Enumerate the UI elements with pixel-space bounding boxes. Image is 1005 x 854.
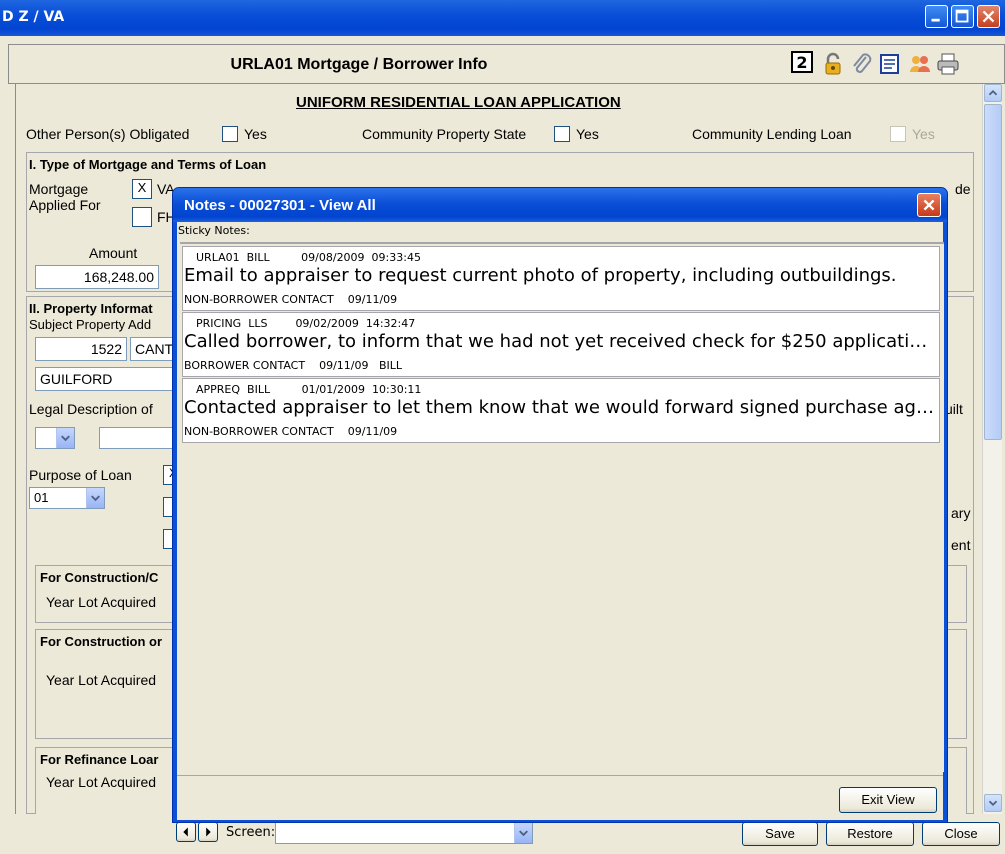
yes-label: Yes bbox=[576, 126, 599, 142]
note-item[interactable]: PRICING LLS 09/02/2009 14:32:47 Called b… bbox=[182, 312, 940, 377]
note-item[interactable]: URLA01 BILL 09/08/2009 09:33:45 Email to… bbox=[182, 246, 940, 311]
close-icon bbox=[923, 199, 935, 211]
legal-description-label: Legal Description of bbox=[29, 401, 153, 417]
window-title: D Z / VA bbox=[2, 9, 65, 25]
printer-icon[interactable] bbox=[935, 51, 961, 77]
chevron-up-icon bbox=[988, 89, 998, 96]
yes-label: Yes bbox=[244, 126, 267, 142]
scroll-down-button[interactable] bbox=[984, 794, 1002, 812]
window-titlebar: D Z / VA bbox=[0, 0, 1005, 36]
screen-title: URLA01 Mortgage / Borrower Info bbox=[230, 56, 488, 73]
mortgage-label: Mortgage bbox=[29, 181, 89, 197]
chevron-down-icon bbox=[519, 830, 528, 837]
legal-description-select[interactable] bbox=[35, 427, 75, 449]
window-close-button[interactable] bbox=[977, 5, 1000, 28]
notes-list[interactable]: URLA01 BILL 09/08/2009 09:33:45 Email to… bbox=[180, 242, 944, 772]
note-footer: BORROWER CONTACT 09/11/09 BILL bbox=[184, 359, 403, 372]
chevron-down-icon bbox=[91, 495, 100, 502]
purpose-code-select[interactable]: 01 bbox=[29, 487, 105, 509]
notes-close-button[interactable] bbox=[917, 193, 941, 217]
loan-amount-field[interactable]: 168,248.00 bbox=[35, 265, 159, 289]
form-scrollbar[interactable] bbox=[982, 84, 1002, 814]
page-count-badge[interactable]: 2 bbox=[791, 51, 813, 73]
yes-label-disabled: Yes bbox=[912, 126, 935, 142]
chevron-down-icon bbox=[61, 435, 70, 442]
section-title: I. Type of Mortgage and Terms of Loan bbox=[29, 157, 267, 172]
scroll-thumb[interactable] bbox=[984, 104, 1002, 440]
note-text: Email to appraiser to request current ph… bbox=[184, 265, 897, 286]
street-number-field[interactable]: 1522 bbox=[35, 337, 127, 361]
notes-dialog-body: Sticky Notes: URLA01 BILL 09/08/2009 09:… bbox=[177, 222, 944, 820]
screen-select[interactable] bbox=[275, 822, 533, 844]
form-heading: UNIFORM RESIDENTIAL LOAN APPLICATION bbox=[296, 94, 621, 111]
fha-checkbox[interactable] bbox=[132, 207, 152, 227]
sticky-notes-label: Sticky Notes: bbox=[178, 224, 250, 237]
group-title: For Refinance Loar bbox=[40, 752, 159, 767]
screen-label: Screen: bbox=[226, 825, 276, 840]
purpose-of-loan-label: Purpose of Loan bbox=[29, 467, 132, 483]
screen-header: URLA01 Mortgage / Borrower Info 2 bbox=[8, 44, 1005, 84]
community-property-label: Community Property State bbox=[362, 126, 527, 142]
community-lending-label: Community Lending Loan bbox=[692, 126, 852, 142]
notes-dialog: Notes - 00027301 - View All Sticky Notes… bbox=[172, 187, 948, 823]
maximize-button[interactable] bbox=[951, 5, 974, 28]
exit-view-button[interactable]: Exit View bbox=[839, 787, 937, 813]
va-checkbox[interactable]: X bbox=[132, 179, 152, 199]
note-item[interactable]: APPREQ BILL 01/01/2009 10:30:11 Contacte… bbox=[182, 378, 940, 443]
minimize-icon bbox=[931, 18, 940, 22]
group-title: For Construction/C bbox=[40, 570, 159, 585]
prev-screen-button[interactable] bbox=[176, 822, 196, 842]
community-property-checkbox[interactable] bbox=[554, 126, 570, 142]
note-footer: NON-BORROWER CONTACT 09/11/09 bbox=[184, 293, 398, 306]
minimize-button[interactable] bbox=[925, 5, 948, 28]
group-title: For Construction or bbox=[40, 634, 163, 649]
chevron-down-icon bbox=[988, 800, 998, 807]
notes-icon[interactable] bbox=[877, 51, 903, 77]
triangle-left-icon bbox=[183, 827, 188, 837]
restore-button[interactable]: Restore bbox=[826, 822, 914, 846]
other-obligated-checkbox[interactable] bbox=[222, 126, 238, 142]
dialog-footer-divider bbox=[177, 775, 943, 777]
year-lot-acquired-label: Year Lot Acquired bbox=[46, 672, 157, 688]
maximize-icon bbox=[955, 9, 969, 23]
year-lot-acquired-label: Year Lot Acquired bbox=[46, 594, 157, 610]
note-footer: NON-BORROWER CONTACT 09/11/09 bbox=[184, 425, 398, 438]
cut-label: de bbox=[955, 181, 971, 197]
community-lending-checkbox bbox=[890, 126, 906, 142]
other-obligated-label: Other Person(s) Obligated bbox=[26, 126, 190, 142]
purpose-code-value: 01 bbox=[34, 490, 49, 505]
triangle-right-icon bbox=[206, 827, 211, 837]
cut-label: ent bbox=[951, 537, 971, 553]
save-button[interactable]: Save bbox=[742, 822, 818, 846]
subject-property-label: Subject Property Add bbox=[29, 317, 152, 332]
close-button[interactable]: Close bbox=[922, 822, 1000, 846]
section-title: II. Property Informat bbox=[29, 301, 153, 316]
note-meta: URLA01 BILL 09/08/2009 09:33:45 bbox=[196, 251, 421, 264]
next-screen-button[interactable] bbox=[198, 822, 218, 842]
scroll-up-button[interactable] bbox=[984, 84, 1002, 102]
note-meta: APPREQ BILL 01/01/2009 10:30:11 bbox=[196, 383, 422, 396]
people-icon[interactable] bbox=[907, 51, 933, 77]
amount-label: Amount bbox=[89, 245, 138, 261]
cut-label: ary bbox=[951, 505, 971, 521]
year-lot-acquired-label: Year Lot Acquired bbox=[46, 774, 157, 790]
note-text: Contacted appraiser to let them know tha… bbox=[184, 397, 936, 418]
city-field[interactable]: GUILFORD bbox=[35, 367, 195, 391]
notes-dialog-titlebar[interactable]: Notes - 00027301 - View All bbox=[173, 188, 947, 222]
lock-icon[interactable] bbox=[820, 51, 846, 77]
applied-for-label: Applied For bbox=[29, 197, 101, 213]
note-text: Called borrower, to inform that we had n… bbox=[184, 331, 936, 352]
notes-dialog-title: Notes - 00027301 - View All bbox=[184, 197, 376, 214]
close-icon bbox=[982, 10, 995, 23]
paperclip-icon[interactable] bbox=[849, 51, 875, 77]
note-meta: PRICING LLS 09/02/2009 14:32:47 bbox=[196, 317, 416, 330]
